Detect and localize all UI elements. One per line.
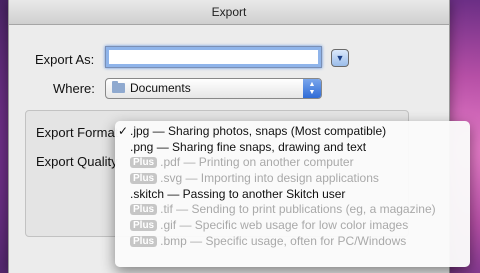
- popup-arrows-icon: ▲ ▼: [303, 79, 321, 98]
- format-menu-item: Plus .pdf — Printing on another computer: [115, 155, 470, 171]
- format-menu-item[interactable]: .png — Sharing fine snaps, drawing and t…: [115, 140, 470, 156]
- format-menu-item-label: .skitch — Passing to another Skitch user: [130, 186, 346, 201]
- where-value: Documents: [130, 81, 191, 95]
- window-title: Export: [9, 0, 449, 25]
- format-menu-item-label: .gif — Specific web usage for low color …: [160, 218, 409, 233]
- format-menu: ✓ .jpg — Sharing photos, snaps (Most comp…: [115, 121, 470, 267]
- plus-badge: Plus: [130, 157, 158, 169]
- format-menu-item: Plus .svg — Importing into design applica…: [115, 171, 470, 187]
- export-as-input[interactable]: [105, 46, 322, 68]
- format-menu-item-label: .png — Sharing fine snaps, drawing and t…: [130, 139, 367, 154]
- format-menu-item: Plus .bmp — Specific usage, often for PC/…: [115, 234, 470, 250]
- format-menu-item[interactable]: ✓ .jpg — Sharing photos, snaps (Most comp…: [115, 124, 470, 140]
- plus-badge: Plus: [130, 235, 158, 247]
- format-menu-item[interactable]: .skitch — Passing to another Skitch user: [115, 187, 470, 203]
- export-format-label: Export Format: [36, 125, 119, 140]
- format-menu-item-label: .pdf — Printing on another computer: [160, 155, 354, 170]
- plus-badge: Plus: [130, 220, 158, 232]
- format-menu-item-label: .tif — Sending to print publications (eg…: [160, 202, 436, 217]
- format-menu-item-label: .svg — Importing into design application…: [160, 171, 379, 186]
- where-popup[interactable]: Documents ▲ ▼: [105, 78, 322, 99]
- expand-browser-button[interactable]: ▼: [331, 49, 349, 67]
- where-label: Where:: [53, 81, 95, 96]
- format-menu-item-label: .jpg — Sharing photos, snaps (Most compa…: [130, 124, 387, 138]
- checkmark-icon: ✓: [118, 124, 129, 138]
- format-menu-item: Plus .gif — Specific web usage for low co…: [115, 218, 470, 234]
- export-quality-label: Export Quality: [36, 154, 118, 169]
- plus-badge: Plus: [130, 173, 158, 185]
- format-menu-item: Plus .tif — Sending to print publications…: [115, 202, 470, 218]
- plus-badge: Plus: [130, 204, 158, 216]
- format-menu-item-label: .bmp — Specific usage, often for PC/Wind…: [160, 233, 407, 248]
- chevron-down-icon: ▼: [335, 53, 345, 63]
- folder-icon: [112, 81, 125, 93]
- export-as-label: Export As:: [35, 52, 95, 67]
